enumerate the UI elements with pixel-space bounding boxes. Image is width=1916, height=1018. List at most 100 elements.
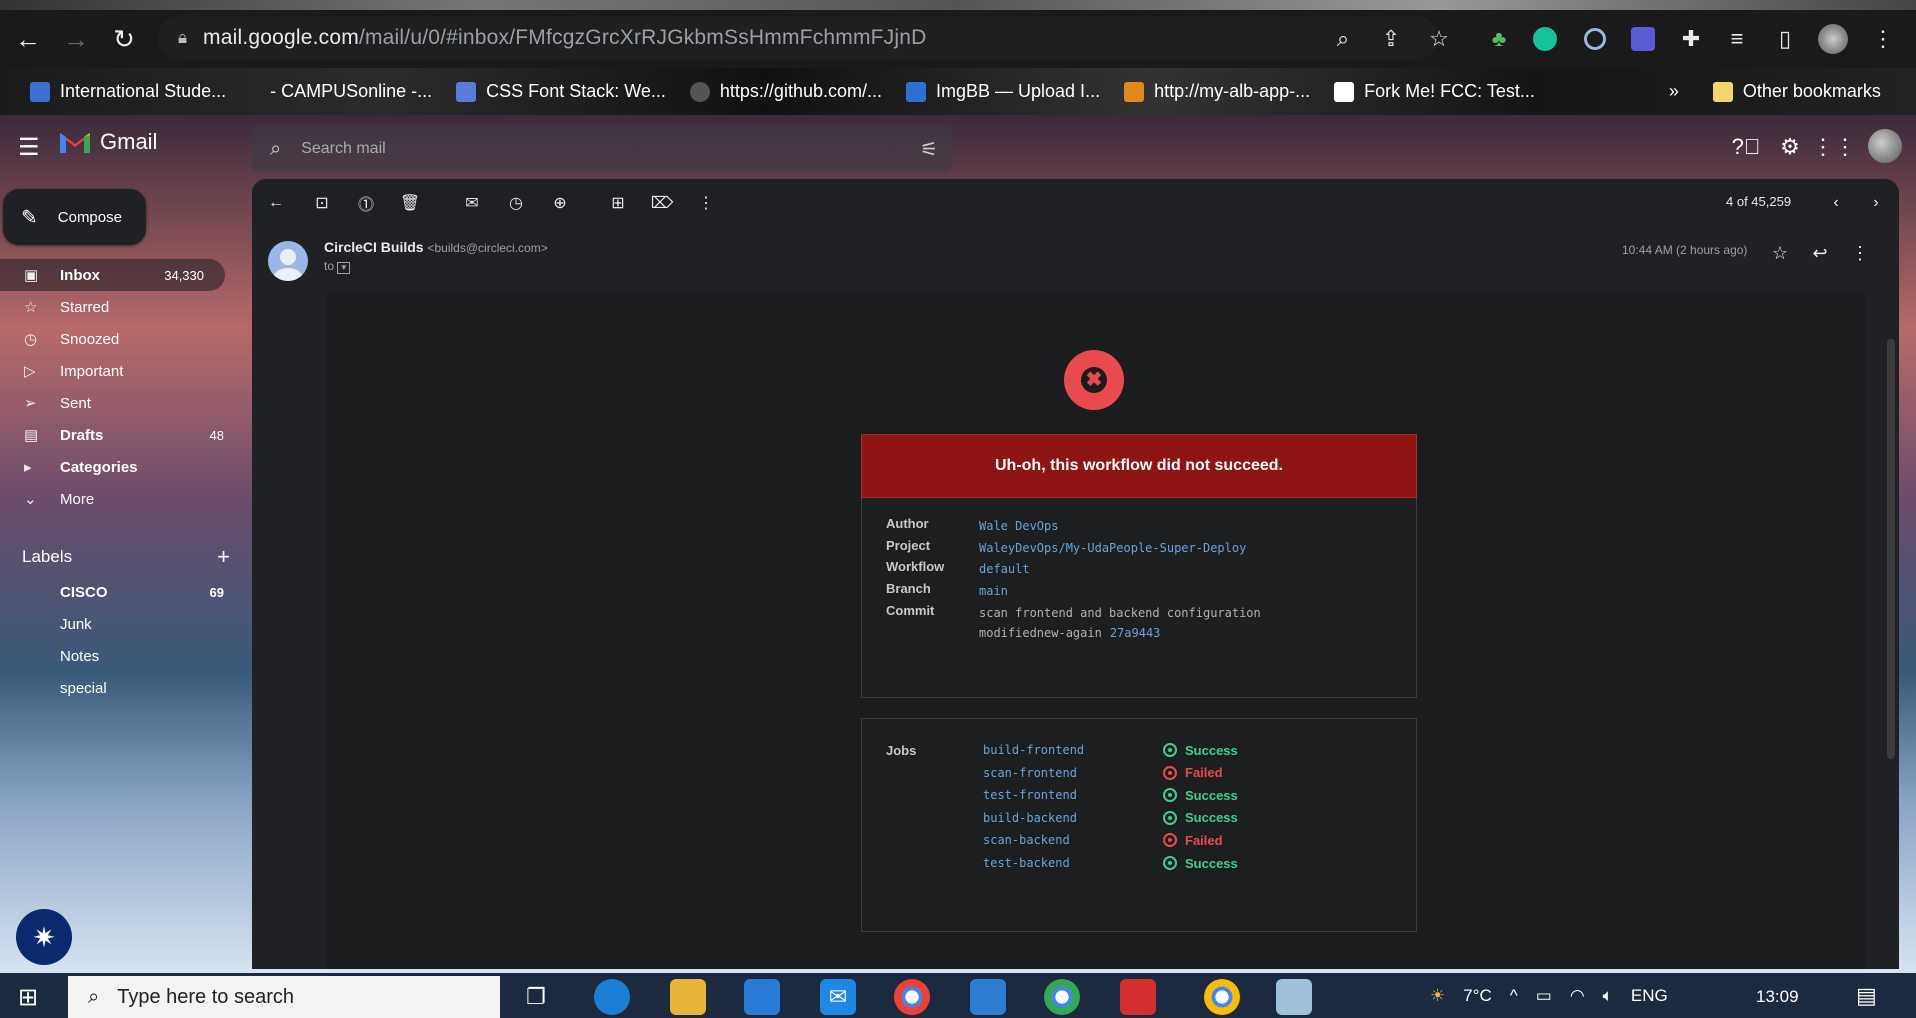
bookmark-item[interactable]: https://github.com/... bbox=[678, 75, 894, 109]
mail-icon[interactable]: ✉ bbox=[820, 979, 856, 1015]
job-name-link[interactable]: scan-backend bbox=[983, 833, 1163, 847]
show-hidden-icons-icon[interactable]: ^ bbox=[1510, 986, 1518, 1006]
windows-start-icon[interactable]: ⊞ bbox=[18, 983, 38, 1012]
tree-extension-icon[interactable]: ♣ bbox=[1484, 24, 1514, 54]
scrollbar[interactable] bbox=[1887, 339, 1895, 759]
edge-icon[interactable] bbox=[594, 979, 630, 1015]
bookmark-item[interactable]: CSS Font Stack: We... bbox=[444, 75, 678, 109]
archive-icon[interactable]: ⊡ bbox=[306, 187, 338, 219]
reply-icon[interactable]: ↩ bbox=[1806, 239, 1834, 267]
more-bookmarks-button[interactable]: » bbox=[1657, 75, 1691, 109]
support-icon[interactable]: ?⃝ bbox=[1732, 133, 1761, 161]
sidebar-item-drafts[interactable]: ▤ Drafts 48 bbox=[0, 419, 245, 451]
chrome-active-icon[interactable] bbox=[894, 979, 930, 1015]
weather-icon[interactable]: ☀ bbox=[1430, 986, 1445, 1006]
volume-icon[interactable]: 🔈︎ bbox=[1603, 986, 1613, 1006]
other-bookmarks[interactable]: Other bookmarks bbox=[1701, 75, 1893, 109]
mark-unread-icon[interactable]: ✉︎ bbox=[456, 187, 488, 219]
file-explorer-icon[interactable] bbox=[670, 979, 706, 1015]
store-icon[interactable] bbox=[744, 979, 780, 1015]
add-label-icon[interactable]: + bbox=[217, 544, 230, 570]
apps-grid-icon[interactable]: ⋮⋮ bbox=[1812, 133, 1856, 161]
job-name-link[interactable]: test-frontend bbox=[983, 788, 1163, 802]
delete-icon[interactable]: 🗑︎ bbox=[394, 187, 426, 219]
taskbar-search[interactable]: ⌕ Type here to search bbox=[68, 976, 500, 1018]
chrome-profile-icon[interactable] bbox=[1204, 979, 1240, 1015]
detail-value-link[interactable]: Wale DevOps bbox=[979, 516, 1058, 536]
sidebar-item-starred[interactable]: ☆ Starred bbox=[0, 291, 245, 323]
job-name-link[interactable]: scan-frontend bbox=[983, 766, 1163, 780]
back-to-inbox-icon[interactable]: ← bbox=[260, 187, 292, 219]
sidebar-item-inbox[interactable]: ▣ Inbox 34,330 bbox=[0, 259, 225, 291]
add-task-icon[interactable]: ⊕ bbox=[544, 187, 576, 219]
extensions-puzzle-icon[interactable]: ✚ bbox=[1676, 24, 1706, 54]
message-more-icon[interactable]: ⋮ bbox=[1846, 239, 1874, 267]
temperature[interactable]: 7°C bbox=[1463, 986, 1492, 1006]
move-to-icon[interactable]: ⊞ bbox=[602, 187, 634, 219]
bookmark-item[interactable]: International Stude... bbox=[18, 75, 238, 109]
bookmark-star-icon[interactable]: ☆ bbox=[1424, 24, 1454, 54]
meet-now-icon[interactable]: ▭ bbox=[1536, 986, 1552, 1006]
newer-chevron-icon[interactable]: ‹ bbox=[1820, 187, 1852, 219]
side-panel-icon[interactable]: ▯ bbox=[1770, 24, 1800, 54]
main-menu-icon[interactable]: ☰ bbox=[18, 133, 46, 161]
task-view-icon[interactable]: ❐ bbox=[518, 979, 554, 1015]
chrome-icon[interactable] bbox=[1044, 979, 1080, 1015]
bookmark-item[interactable]: http://my-alb-app-... bbox=[1112, 75, 1322, 109]
search-icon[interactable]: ⌕ bbox=[270, 138, 281, 161]
compose-button[interactable]: ✎ Compose bbox=[3, 189, 146, 245]
detail-value-link[interactable]: main bbox=[979, 581, 1008, 601]
grammarly-extension-icon[interactable] bbox=[1533, 27, 1557, 51]
tab-strip[interactable] bbox=[0, 0, 1916, 10]
sidebar-item-snoozed[interactable]: ◷ Snoozed bbox=[0, 323, 245, 355]
label-item-notes[interactable]: Notes bbox=[0, 640, 245, 672]
circle-extension-icon[interactable] bbox=[1584, 28, 1606, 50]
label-item-special[interactable]: special bbox=[0, 672, 245, 704]
notepad-icon[interactable] bbox=[1276, 979, 1312, 1015]
notifications-icon[interactable]: ▤ bbox=[1856, 983, 1877, 1009]
gmail-logo[interactable]: Gmail bbox=[58, 129, 157, 155]
omnibox[interactable]: 🔒︎ mail.google.com/mail/u/0/#inbox/FMfcg… bbox=[158, 16, 1438, 60]
star-icon[interactable]: ☆ bbox=[1766, 239, 1794, 267]
sidebar-item-important[interactable]: ▷ Important bbox=[0, 355, 245, 387]
back-icon[interactable]: ← bbox=[10, 21, 46, 57]
label-icon[interactable]: ⌦ bbox=[646, 187, 678, 219]
taskbar-search-input[interactable]: Type here to search bbox=[117, 986, 294, 1009]
detail-value-link[interactable]: WaleyDevOps/My-UdaPeople-Super-Deploy bbox=[979, 538, 1246, 558]
search-options-icon[interactable]: ⚟ bbox=[920, 137, 938, 162]
sender-name[interactable]: CircleCI Builds <builds@circleci.com> bbox=[324, 239, 548, 255]
chrome-menu-icon[interactable]: ⋮ bbox=[1868, 24, 1898, 54]
recipient-details-icon[interactable]: ▼ bbox=[337, 262, 351, 274]
job-name-link[interactable]: test-backend bbox=[983, 856, 1163, 870]
clock[interactable]: 13:09 bbox=[1756, 987, 1799, 1007]
media-control-icon[interactable]: ≡ bbox=[1722, 24, 1752, 54]
more-options-icon[interactable]: ⋮ bbox=[690, 187, 722, 219]
meet-fab-icon[interactable]: ✷ bbox=[16, 909, 72, 965]
report-spam-icon[interactable]: ⓵ bbox=[350, 187, 382, 219]
snooze-icon[interactable]: ◷ bbox=[500, 187, 532, 219]
detail-value-link[interactable]: default bbox=[979, 559, 1030, 579]
commit-hash-link[interactable]: 27a9443 bbox=[1110, 626, 1161, 640]
recipient-line[interactable]: to ▼ bbox=[324, 259, 351, 274]
reload-icon[interactable]: ↻ bbox=[106, 21, 142, 57]
sidebar-item-categories[interactable]: ▸ Categories bbox=[0, 451, 245, 483]
label-item-junk[interactable]: Junk bbox=[0, 608, 245, 640]
zoom-icon[interactable]: ⌕ bbox=[1328, 24, 1358, 54]
share-icon[interactable]: ⇪ bbox=[1376, 24, 1406, 54]
bookmark-item[interactable]: - CAMPUSonline -... bbox=[258, 75, 444, 109]
wifi-icon[interactable]: ◠ bbox=[1570, 986, 1585, 1006]
label-item-cisco[interactable]: CISCO 69 bbox=[0, 576, 245, 608]
search-bar[interactable]: ⌕ Search mail ⚟ bbox=[252, 125, 952, 173]
bookmark-item[interactable]: Fork Me! FCC: Test... bbox=[1322, 75, 1547, 109]
search-input[interactable]: Search mail bbox=[301, 140, 385, 158]
language-indicator[interactable]: ENG bbox=[1631, 986, 1668, 1006]
sidebar-item-more[interactable]: ⌄ More bbox=[0, 483, 245, 515]
job-name-link[interactable]: build-backend bbox=[983, 811, 1163, 825]
url-text[interactable]: mail.google.com/mail/u/0/#inbox/FMfcgzGr… bbox=[203, 26, 926, 50]
account-avatar[interactable] bbox=[1868, 129, 1902, 163]
d-extension-icon[interactable] bbox=[1631, 27, 1655, 51]
bookmark-item[interactable]: ImgBB — Upload I... bbox=[894, 75, 1112, 109]
acrobat-icon[interactable] bbox=[1120, 979, 1156, 1015]
job-name-link[interactable]: build-frontend bbox=[983, 743, 1163, 757]
profile-avatar[interactable] bbox=[1818, 24, 1848, 54]
